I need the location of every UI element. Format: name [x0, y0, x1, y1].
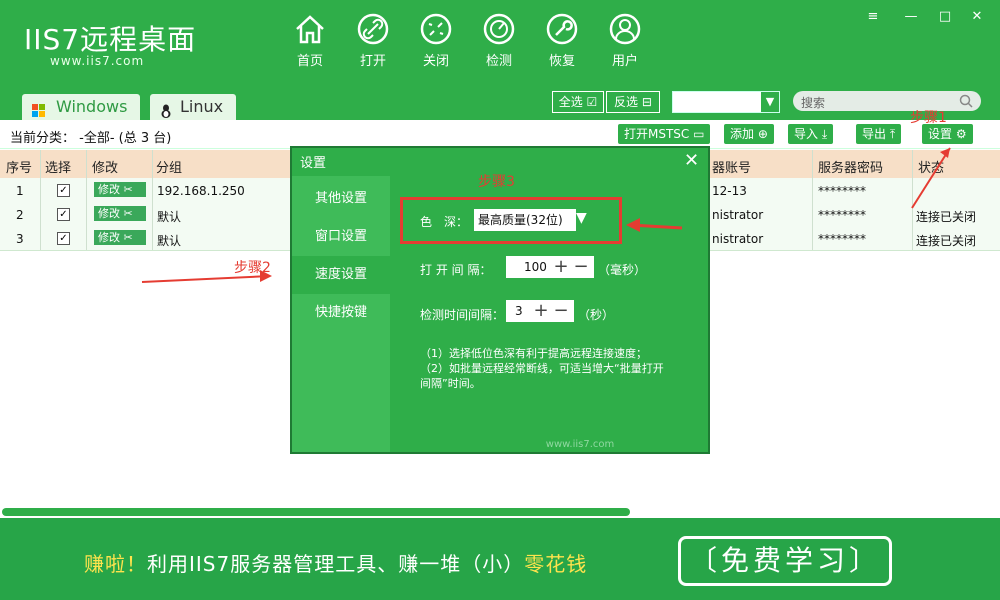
- arrow-step1: [911, 147, 951, 209]
- banner-text: 赚啦！利用IIS7服务器管理工具、赚一堆（小）零花钱: [84, 548, 587, 577]
- arrow-step2: [141, 275, 271, 283]
- banner-text-b: 利用IIS7服务器管理工具、赚一堆（小）: [147, 552, 525, 576]
- arrowhead-step3: [626, 218, 640, 232]
- free-learning-button[interactable]: 〔免费学习〕: [678, 536, 892, 586]
- banner-text-c: 零花钱: [524, 552, 588, 576]
- banner-text-a: 赚啦！: [84, 552, 147, 576]
- arrowhead-step2: [260, 270, 272, 282]
- annotation-arrows: [141, 147, 951, 283]
